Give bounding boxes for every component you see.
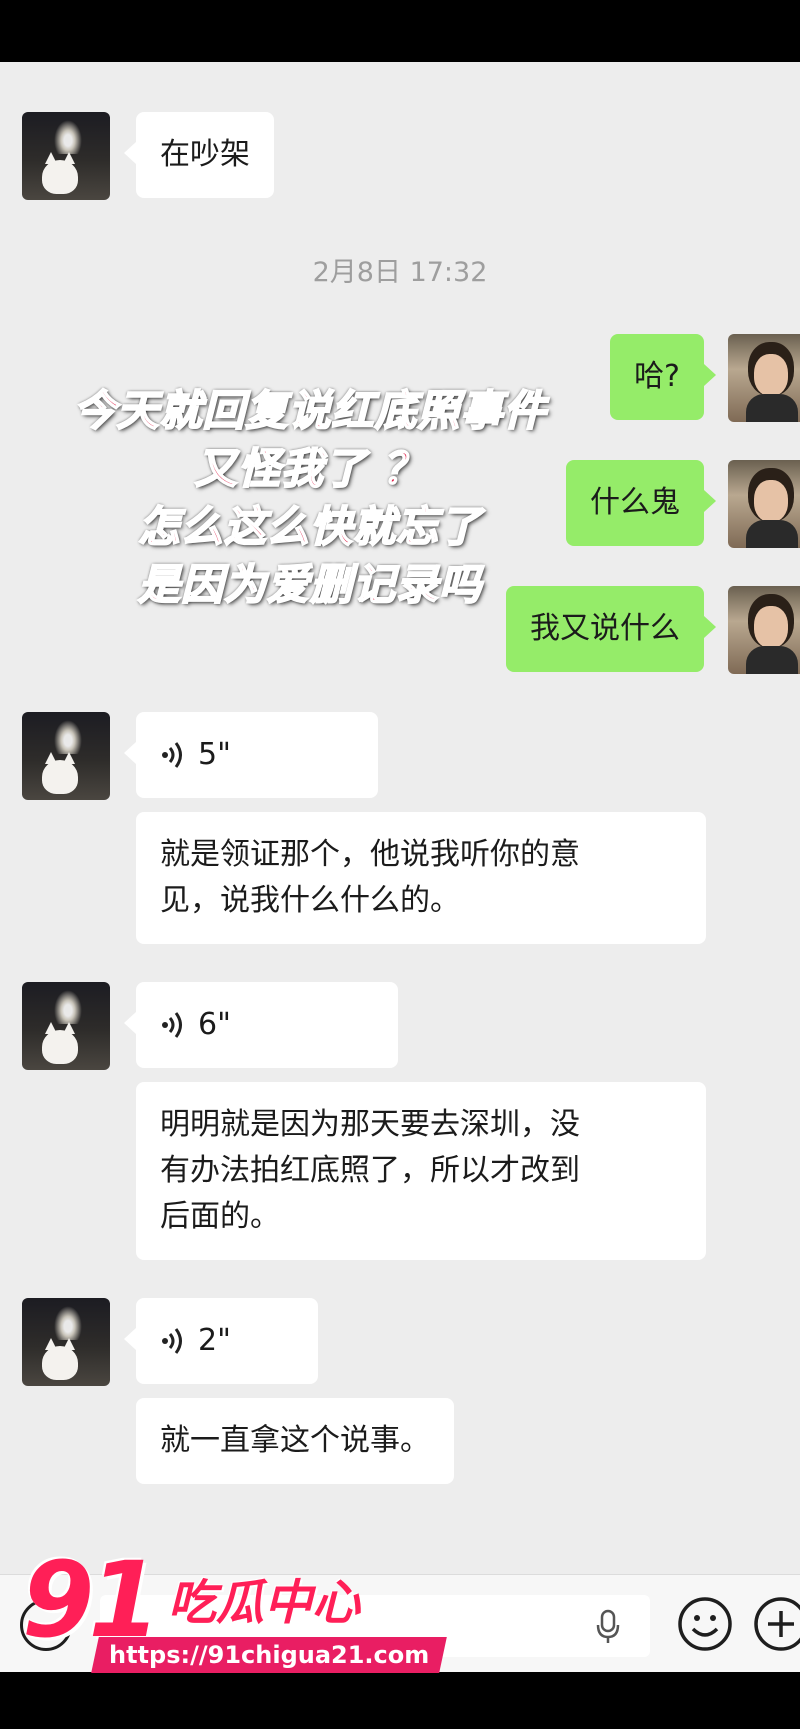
friend-avatar[interactable]: [22, 1298, 110, 1386]
self-avatar[interactable]: [728, 334, 800, 422]
message-text: 在吵架: [160, 137, 250, 172]
message-bubble[interactable]: 明明就是因为那天要去深圳，没 有办法拍红底照了，所以才改到 后面的。: [136, 1082, 706, 1260]
voice-wave-icon: [162, 742, 182, 768]
caption-line: 怎么这么快就忘了: [137, 501, 482, 552]
message-bubble[interactable]: 我又说什么: [506, 586, 716, 672]
self-avatar[interactable]: [728, 460, 800, 548]
self-avatar[interactable]: [728, 586, 800, 674]
message-text: 哈?: [634, 359, 680, 394]
message-bubble[interactable]: 哈?: [610, 334, 716, 420]
voice-duration: 5": [198, 737, 231, 772]
watermark-url: https://91chigua21.com: [91, 1637, 448, 1673]
message-bubble[interactable]: 就是领证那个，他说我听你的意 见，说我什么什么的。: [136, 812, 706, 944]
message-bubble[interactable]: 什么鬼: [566, 460, 716, 546]
watermark-url-text: https://91chigua21.com: [109, 1641, 430, 1669]
message-timestamp: 2月8日 17:32: [312, 257, 488, 288]
voice-duration: 2": [198, 1323, 231, 1358]
voice-message-bubble[interactable]: 2": [124, 1298, 318, 1384]
caption-line: 又怪我了 ？: [194, 443, 426, 494]
message-bubble[interactable]: 在吵架: [124, 112, 274, 198]
voice-duration: 6": [198, 1007, 231, 1042]
voice-message-bubble[interactable]: 6": [124, 982, 398, 1068]
site-watermark: 91 吃瓜中心 https://91chigua21.com: [0, 1545, 448, 1675]
chat-screen: 在吵架 2月8日 17:32 哈? 什么鬼 我又说什么 5" 就是领证那个，他说…: [0, 62, 800, 1672]
voice-wave-icon: [162, 1012, 182, 1038]
voice-wave-icon: [162, 1328, 182, 1354]
message-text-line: 就是领证那个，他说我听你的意: [160, 837, 580, 872]
voice-message-bubble[interactable]: 5": [124, 712, 378, 798]
overlay-caption: 今天就回复说红底照事件 又怪我了 ？ 怎么这么快就忘了 是因为爱删记录吗: [0, 382, 620, 614]
microphone-icon[interactable]: [596, 1609, 620, 1645]
message-bubble[interactable]: 就一直拿这个说事。: [136, 1398, 454, 1484]
message-text-line: 后面的。: [160, 1199, 280, 1234]
caption-line: 今天就回复说红底照事件: [72, 385, 547, 436]
message-text-line: 有办法拍红底照了，所以才改到: [160, 1153, 580, 1188]
message-text: 什么鬼: [590, 485, 680, 520]
message-text: 我又说什么: [530, 611, 680, 646]
friend-avatar[interactable]: [22, 982, 110, 1070]
message-text-line: 见，说我什么什么的。: [160, 883, 460, 918]
message-text-line: 明明就是因为那天要去深圳，没: [160, 1107, 580, 1142]
plus-icon[interactable]: [752, 1595, 800, 1653]
message-text: 就一直拿这个说事。: [160, 1423, 430, 1458]
emoji-icon[interactable]: [676, 1595, 734, 1653]
friend-avatar[interactable]: [22, 712, 110, 800]
watermark-name: 吃瓜中心: [168, 1575, 361, 1631]
friend-avatar[interactable]: [22, 112, 110, 200]
